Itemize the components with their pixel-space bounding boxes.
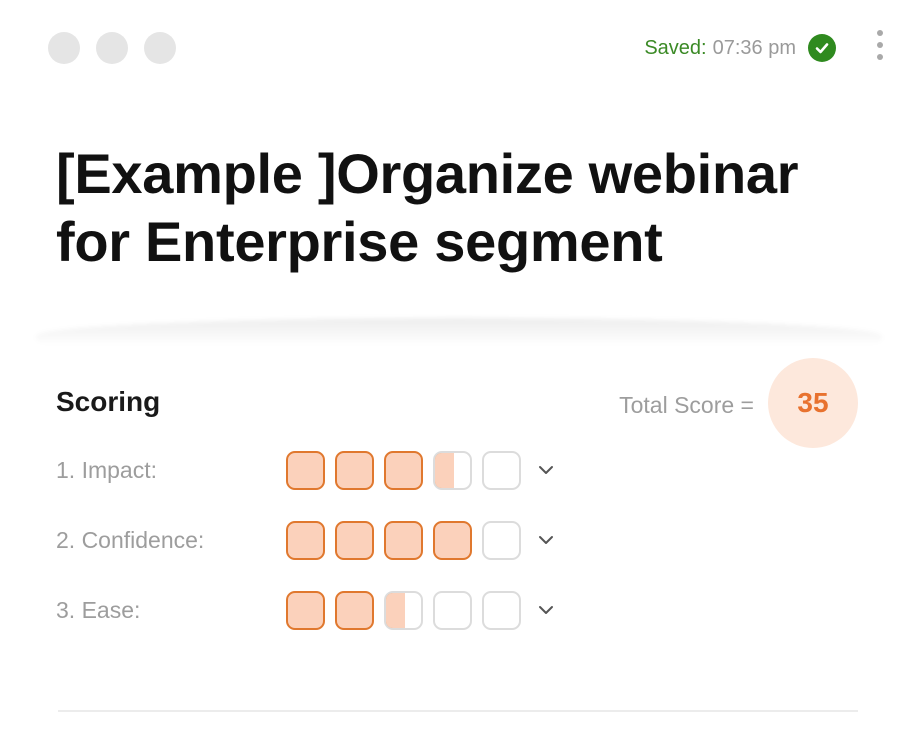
- kebab-menu-icon[interactable]: [876, 30, 884, 60]
- score-box[interactable]: [384, 590, 423, 630]
- score-boxes: [286, 520, 521, 560]
- score-box[interactable]: [482, 590, 521, 630]
- window-controls: [48, 32, 176, 64]
- score-box[interactable]: [433, 450, 472, 490]
- score-box[interactable]: [433, 520, 472, 560]
- score-box[interactable]: [482, 520, 521, 560]
- chevron-down-icon[interactable]: [535, 599, 557, 621]
- saved-label: Saved: [644, 36, 702, 59]
- scoring-heading: Scoring: [56, 386, 161, 417]
- score-box[interactable]: [286, 450, 325, 490]
- criterion-row-ease: 3. Ease:: [56, 590, 557, 630]
- check-circle-icon: [808, 34, 836, 62]
- bottom-divider: [58, 710, 858, 712]
- score-box[interactable]: [286, 520, 325, 560]
- score-box[interactable]: [286, 590, 325, 630]
- criterion-label: 3. Ease:: [56, 596, 141, 623]
- chevron-down-icon[interactable]: [535, 459, 557, 481]
- score-box[interactable]: [384, 450, 423, 490]
- score-box[interactable]: [335, 590, 374, 630]
- score-box[interactable]: [433, 590, 472, 630]
- criterion-label: 2. Confidence:: [56, 526, 205, 553]
- window-dot-2[interactable]: [96, 32, 128, 64]
- score-boxes: [286, 590, 521, 630]
- save-status: Saved: 07:36 pm: [644, 34, 836, 62]
- criterion-label: 1. Impact:: [56, 456, 157, 483]
- score-box[interactable]: [335, 520, 374, 560]
- score-box[interactable]: [482, 450, 521, 490]
- score-box[interactable]: [384, 520, 423, 560]
- section-divider: [36, 318, 882, 358]
- score-box[interactable]: [335, 450, 374, 490]
- total-score-badge: 35: [768, 358, 858, 448]
- window-dot-3[interactable]: [144, 32, 176, 64]
- saved-time: 07:36 pm: [712, 36, 796, 59]
- chevron-down-icon[interactable]: [535, 529, 557, 551]
- task-title[interactable]: [Example ]Organize webinar for Enterpris…: [56, 140, 876, 276]
- criterion-row-confidence: 2. Confidence:: [56, 520, 557, 560]
- total-score-label: Total Score =: [619, 392, 754, 418]
- score-boxes: [286, 450, 521, 490]
- task-card: Saved: 07:36 pm [Example ]Organize webin…: [0, 0, 918, 754]
- criterion-row-impact: 1. Impact:: [56, 450, 557, 490]
- window-dot-1[interactable]: [48, 32, 80, 64]
